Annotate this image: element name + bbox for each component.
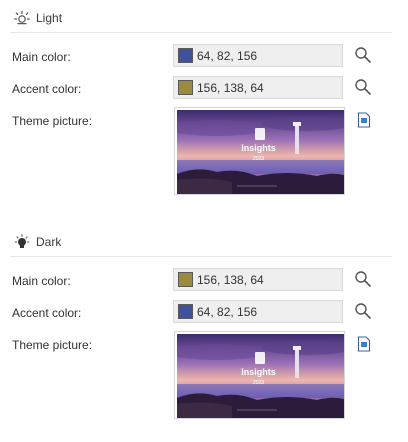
search-icon (355, 47, 371, 63)
picture-year: 2023 (252, 380, 265, 386)
pick-accent-color-button[interactable] (354, 302, 372, 320)
color-swatch[interactable] (178, 304, 193, 319)
pick-accent-color-button[interactable] (354, 78, 372, 96)
sun-icon (14, 10, 30, 26)
section-title: Light (36, 11, 63, 25)
choose-picture-button[interactable] (357, 112, 371, 128)
main-color-label: Main color: (12, 50, 71, 64)
pick-main-color-button[interactable] (354, 270, 372, 288)
accent-color-field[interactable]: 156, 138, 64 (173, 76, 343, 99)
file-icon (357, 112, 371, 128)
main-color-label: Main color: (12, 274, 71, 288)
color-swatch[interactable] (178, 272, 193, 287)
bulb-icon (14, 234, 30, 250)
section-title: Dark (36, 235, 62, 249)
picture-title: Insights (241, 367, 276, 377)
accent-color-label: Accent color: (12, 306, 82, 320)
main-color-field[interactable]: 64, 82, 156 (173, 44, 343, 67)
color-value: 156, 138, 64 (197, 81, 264, 95)
choose-picture-button[interactable] (357, 336, 371, 352)
color-swatch[interactable] (178, 48, 193, 63)
accent-color-label: Accent color: (12, 82, 82, 96)
theme-picture-preview[interactable]: Insights 2023 (174, 331, 345, 419)
theme-picture-preview[interactable]: Insights 2023 (174, 107, 345, 195)
picture-title: Insights (241, 143, 276, 153)
search-icon (355, 303, 371, 319)
accent-color-field[interactable]: 64, 82, 156 (173, 300, 343, 323)
picture-year: 2023 (252, 156, 265, 162)
search-icon (355, 271, 371, 287)
theme-picture-label: Theme picture: (12, 338, 93, 352)
color-value: 64, 82, 156 (197, 305, 258, 319)
color-value: 156, 138, 64 (197, 273, 264, 287)
theme-picture-label: Theme picture: (12, 114, 93, 128)
file-icon (357, 336, 371, 352)
color-value: 64, 82, 156 (197, 49, 258, 63)
main-color-field[interactable]: 156, 138, 64 (173, 268, 343, 291)
color-swatch[interactable] (178, 80, 193, 95)
pick-main-color-button[interactable] (354, 46, 372, 64)
dark-section-header: Dark (10, 230, 392, 257)
search-icon (355, 79, 371, 95)
light-section-header: Light (10, 6, 392, 33)
